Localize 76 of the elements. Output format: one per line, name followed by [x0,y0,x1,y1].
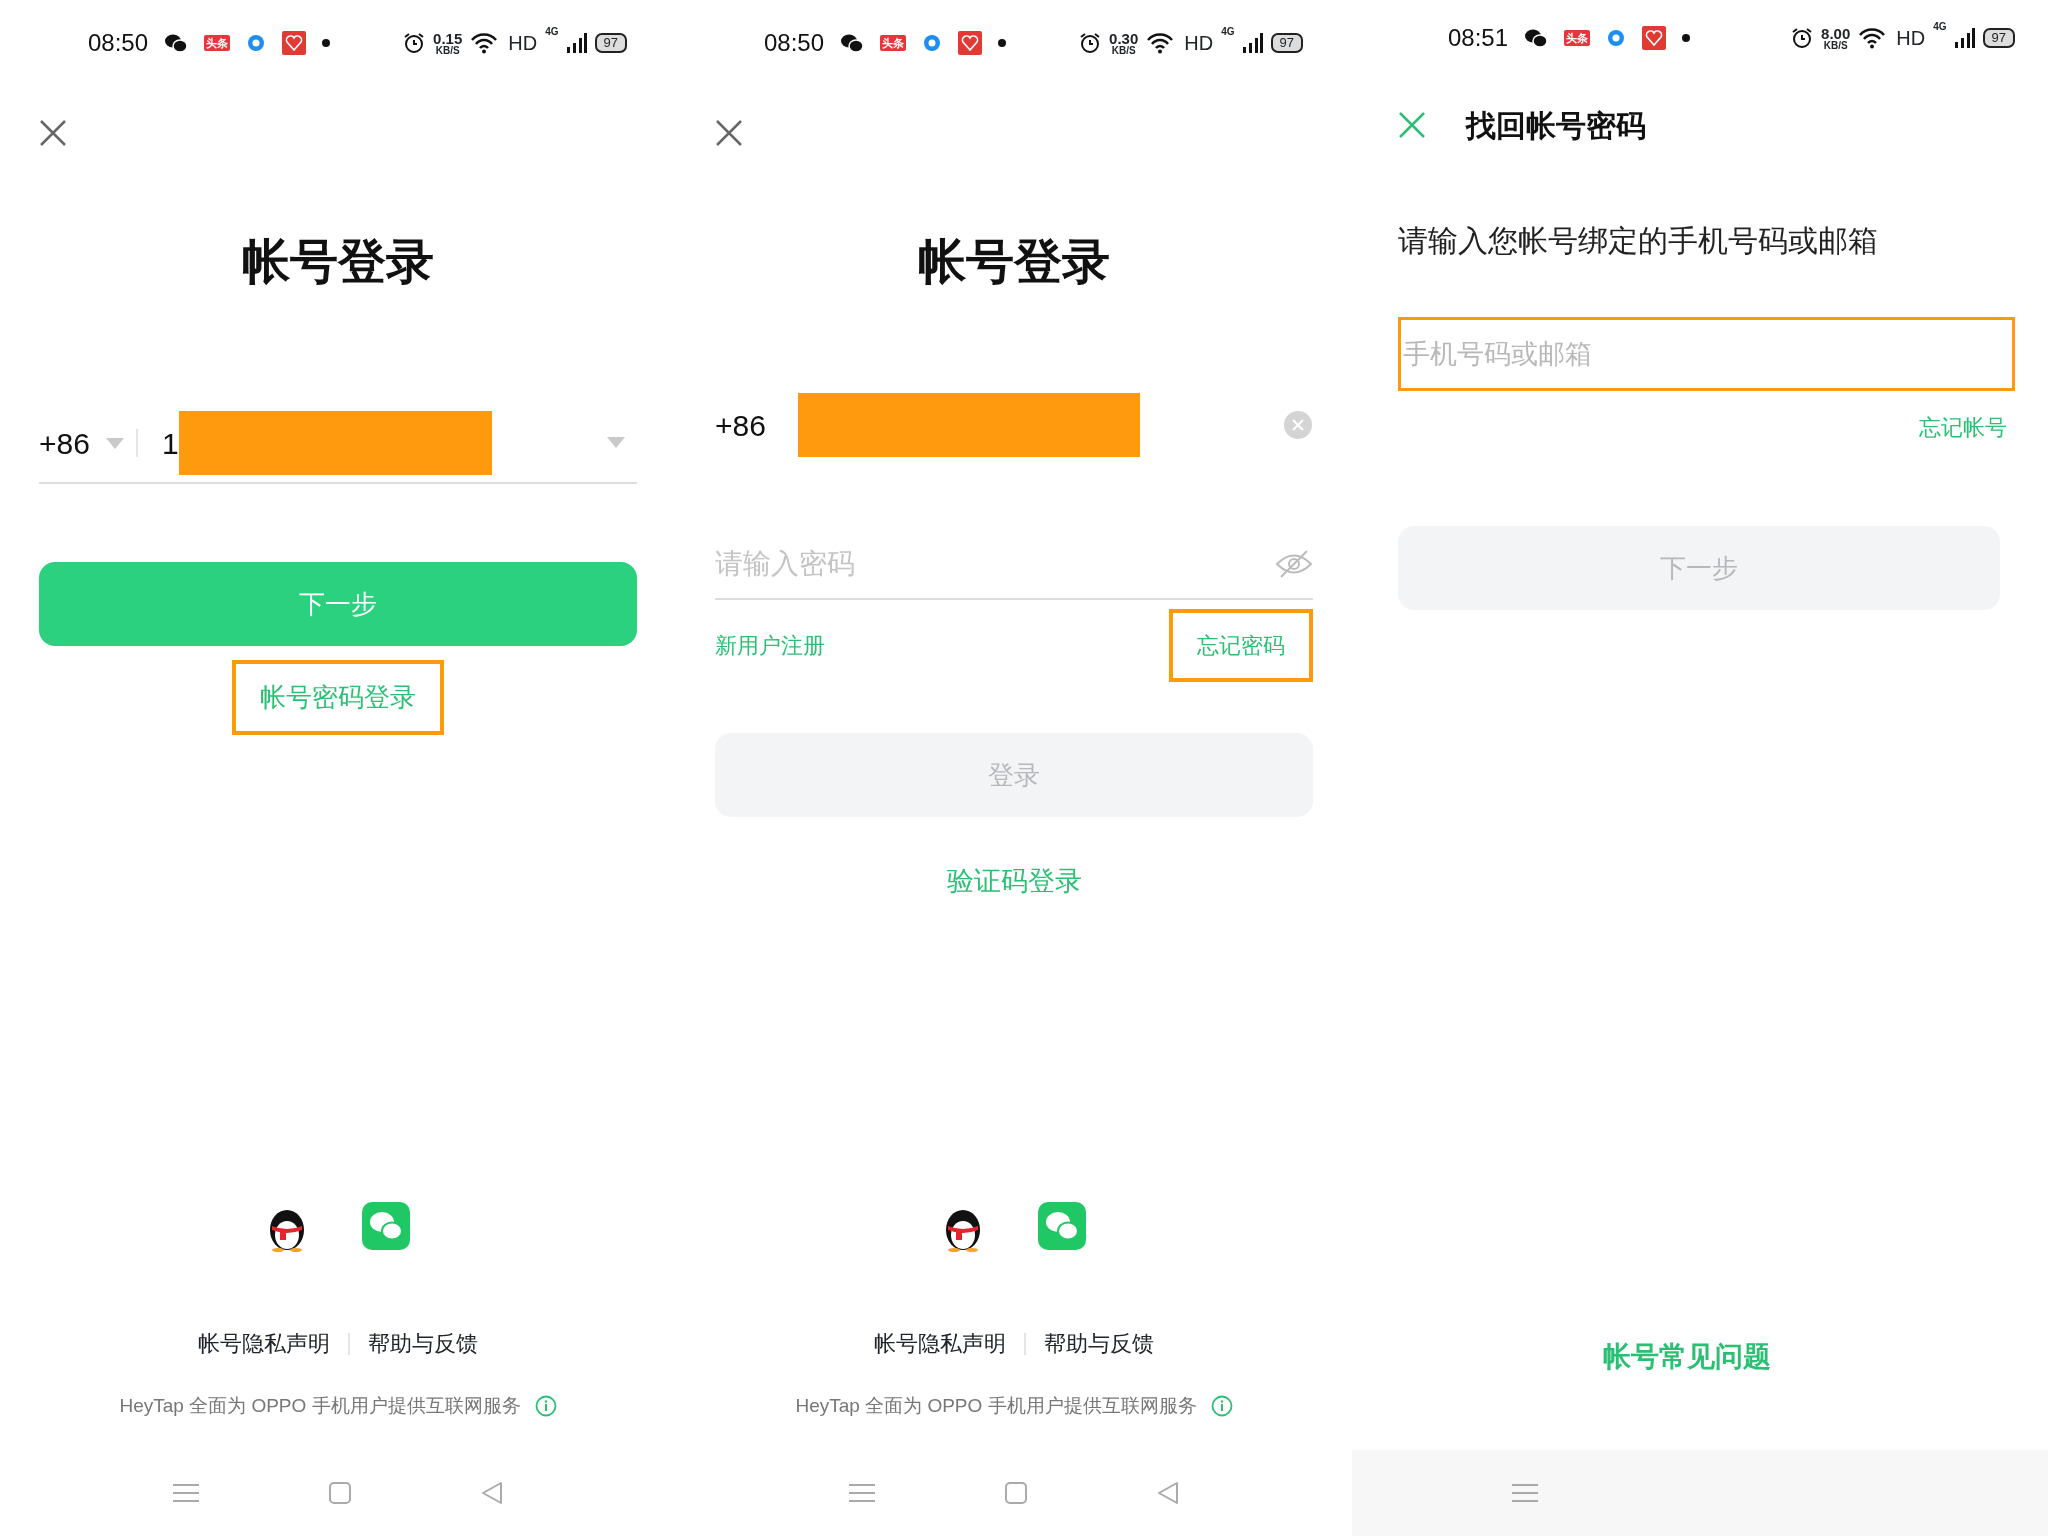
app-badge: 头条 [1564,30,1591,46]
signal-label: 4G [1933,20,1947,34]
input-field[interactable]: 手机号码或邮箱 [1398,317,2015,391]
signal-icon [1242,32,1263,54]
signal-icon [1954,27,1975,49]
text-link[interactable]: 忘记帐号 [1911,403,2015,452]
footer-link[interactable]: 帐号隐私声明 [874,1327,1006,1360]
speed-value: 0.30 [1109,30,1139,46]
footer-link[interactable]: 帮助与反馈 [368,1327,478,1360]
battery-level: 97 [594,33,627,53]
alarm-icon [1791,27,1814,49]
network-label: HD [508,31,538,56]
ring-icon [246,33,267,53]
caret-icon[interactable] [105,437,124,450]
menu-icon[interactable] [173,1483,200,1503]
service-notice: HeyTap 全面为 OPPO 手机用户提供互联网服务 [795,1393,1197,1418]
speed-unit: KB/S [435,45,460,56]
country-code[interactable]: +86 [715,402,766,448]
page-title: 帐号登录 [241,234,435,290]
dot-icon [998,39,1007,47]
text-link[interactable]: 忘记密码 [1169,609,1313,682]
back-icon[interactable] [1156,1481,1179,1505]
app-badge: 头条 [880,35,907,51]
app-badge: 头条 [204,35,231,51]
chat-bubbles-icon[interactable] [1038,1202,1086,1250]
service-notice: HeyTap 全面为 OPPO 手机用户提供互联网服务 [119,1393,521,1418]
home-icon[interactable] [328,1481,352,1505]
info-icon[interactable] [534,1395,557,1417]
eye-slash-icon[interactable] [1275,549,1313,579]
instruction-text: 请输入您帐号绑定的手机号码或邮箱 [1398,223,1879,259]
close-icon[interactable] [1398,111,1426,139]
close-icon[interactable] [39,119,67,147]
footer-link[interactable]: 帮助与反馈 [1044,1327,1154,1360]
battery-level: 97 [1982,28,2015,48]
caret-icon[interactable] [607,437,625,449]
text-link[interactable]: 帐号密码登录 [232,660,444,735]
alarm-icon [1079,32,1102,54]
chat-icon [840,33,865,53]
phone-value: 1 [161,425,179,462]
back-icon[interactable] [480,1481,503,1505]
ring-icon [922,33,943,53]
speed-value: 0.15 [433,30,463,46]
network-label: HD [1184,31,1214,56]
status-time: 08:51 [1448,23,1509,53]
password-field[interactable]: 请输入密码 [715,543,1275,585]
faq-link[interactable]: 帐号常见问题 [1602,1336,1771,1378]
country-code[interactable]: +86 [39,420,90,466]
speed-value: 8.00 [1821,25,1851,41]
ring-icon [1606,28,1627,48]
info-icon[interactable] [1210,1395,1233,1417]
signal-label: 4G [545,25,559,39]
signal-icon [566,32,587,54]
page-title: 帐号登录 [917,234,1111,290]
dot-icon [322,39,331,47]
next-button[interactable]: 下一步 [39,562,637,646]
dot-icon [1682,34,1691,42]
home-icon[interactable] [1004,1481,1028,1505]
clear-icon[interactable] [1283,410,1313,440]
status-time: 08:50 [764,28,825,58]
battery-level: 97 [1270,33,1303,53]
footer-link[interactable]: 帐号隐私声明 [198,1327,330,1360]
chat-bubbles-icon[interactable] [362,1202,410,1250]
menu-icon[interactable] [849,1483,876,1503]
speed-unit: KB/S [1823,40,1848,51]
close-icon[interactable] [715,119,743,147]
signal-label: 4G [1221,25,1235,39]
speed-unit: KB/S [1111,45,1136,56]
menu-icon[interactable] [1512,1483,1538,1503]
network-label: HD [1896,26,1926,51]
chat-icon [164,33,189,53]
alarm-icon [403,32,426,54]
status-time: 08:50 [88,28,149,58]
text-link[interactable]: 新用户注册 [715,609,853,682]
text-link[interactable]: 验证码登录 [918,843,1110,920]
page-title: 找回帐号密码 [1466,107,1646,144]
chat-icon [1524,28,1549,48]
